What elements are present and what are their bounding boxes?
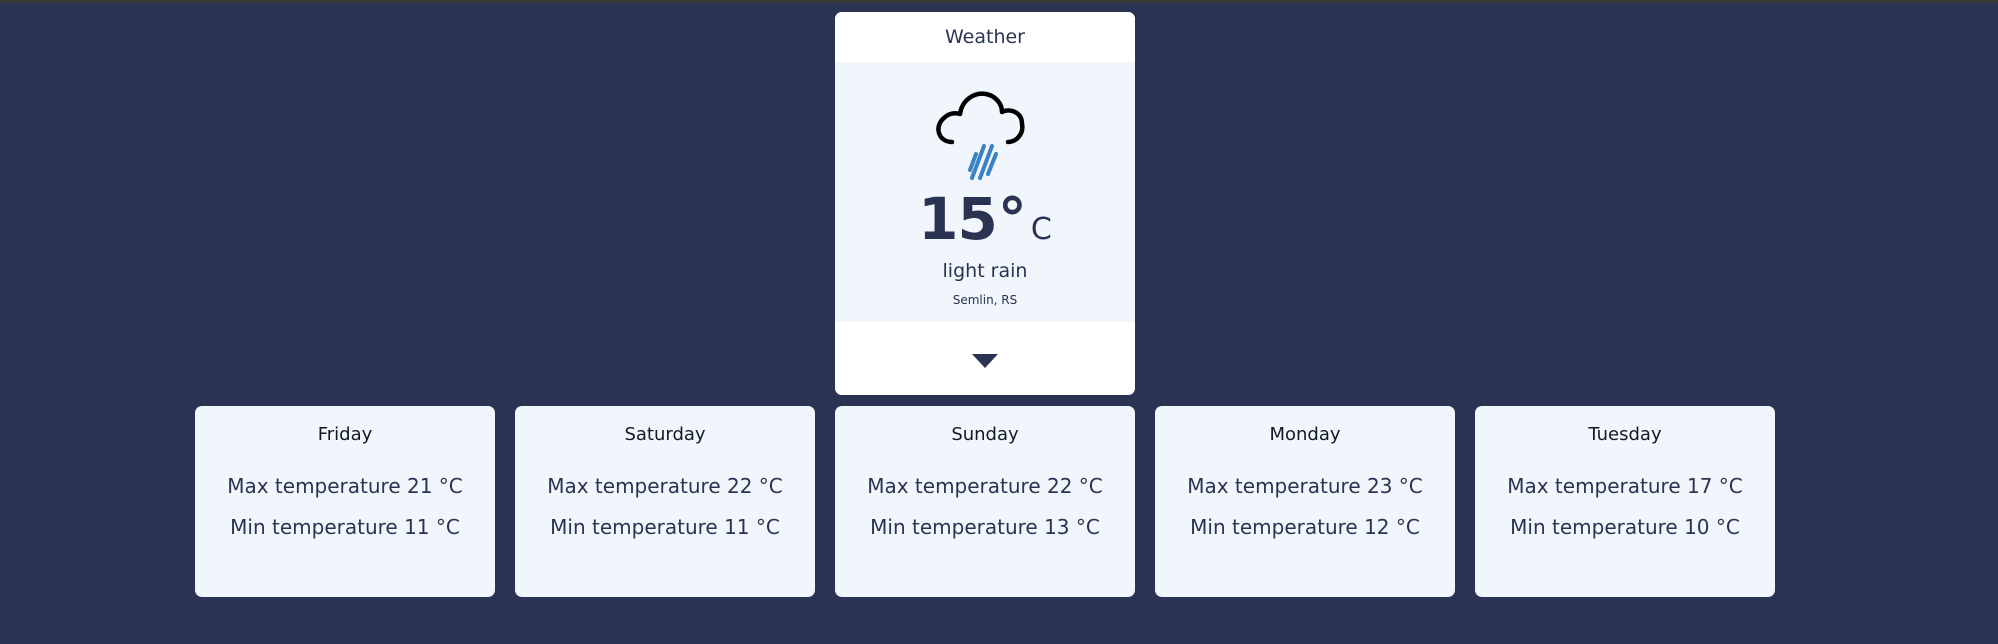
- degree-symbol: °: [997, 185, 1027, 253]
- forecast-max-temp: Max temperature 23 °C: [1187, 474, 1423, 498]
- forecast-list: Friday Max temperature 21 °C Min tempera…: [195, 406, 1775, 597]
- forecast-min-temp: Min temperature 13 °C: [870, 515, 1100, 539]
- forecast-day: Saturday: [624, 424, 706, 445]
- current-weather-body: 15 ° C light rain Semlin, RS: [835, 62, 1135, 322]
- forecast-max-temp: Max temperature 21 °C: [227, 474, 463, 498]
- forecast-min-temp: Min temperature 12 °C: [1190, 515, 1420, 539]
- forecast-card-sunday: Sunday Max temperature 22 °C Min tempera…: [835, 406, 1135, 597]
- forecast-card-saturday: Saturday Max temperature 22 °C Min tempe…: [515, 406, 815, 597]
- temperature-value: 15: [918, 185, 998, 253]
- forecast-min-temp: Min temperature 11 °C: [550, 515, 780, 539]
- chevron-down-icon[interactable]: [972, 353, 998, 368]
- current-temperature: 15 ° C: [835, 190, 1135, 248]
- location-label: Semlin, RS: [952, 293, 1018, 307]
- forecast-max-temp: Max temperature 22 °C: [867, 474, 1103, 498]
- forecast-day: Friday: [317, 424, 373, 445]
- window-top-border: [0, 0, 1998, 3]
- forecast-max-temp: Max temperature 17 °C: [1507, 474, 1743, 498]
- rain-cloud-icon: [936, 91, 1025, 180]
- forecast-card-tuesday: Tuesday Max temperature 17 °C Min temper…: [1475, 406, 1775, 597]
- forecast-day: Tuesday: [1588, 424, 1662, 445]
- forecast-max-temp: Max temperature 22 °C: [547, 474, 783, 498]
- forecast-min-temp: Min temperature 10 °C: [1510, 515, 1740, 539]
- current-weather-card: Weather 15 ° C light rain Semlin, RS: [835, 12, 1135, 395]
- temperature-unit: C: [1030, 212, 1052, 247]
- card-title: Weather: [835, 12, 1135, 62]
- weather-description: light rain: [942, 260, 1028, 282]
- forecast-min-temp: Min temperature 11 °C: [230, 515, 460, 539]
- card-footer: [835, 322, 1135, 395]
- forecast-card-monday: Monday Max temperature 23 °C Min tempera…: [1155, 406, 1455, 597]
- forecast-day: Sunday: [951, 424, 1019, 445]
- forecast-card-friday: Friday Max temperature 21 °C Min tempera…: [195, 406, 495, 597]
- forecast-day: Monday: [1269, 424, 1341, 445]
